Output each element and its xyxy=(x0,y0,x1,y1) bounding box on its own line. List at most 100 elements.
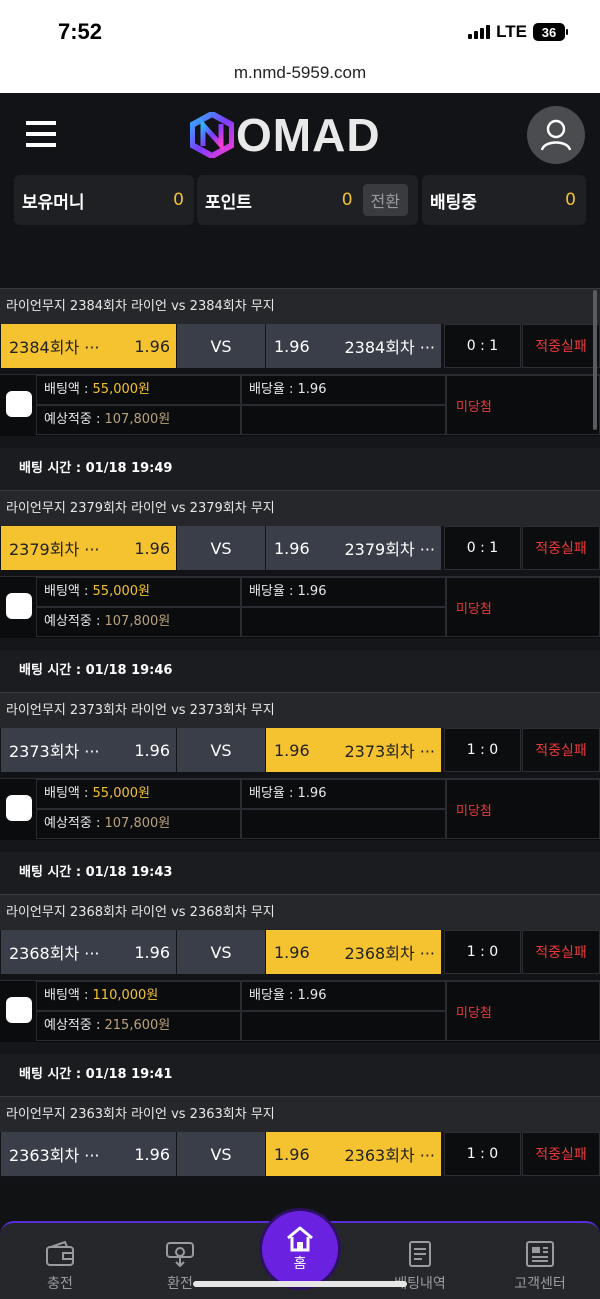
balance-money-value: 0 xyxy=(173,190,184,210)
select-checkbox[interactable] xyxy=(6,391,32,417)
withdraw-icon xyxy=(166,1242,194,1267)
battery-icon: 36 xyxy=(533,23,568,41)
home-odds: 1.96 xyxy=(134,336,170,356)
match-title: 라이언무지 2373회차 라이언 vs 2373회차 무지 xyxy=(0,692,600,728)
payout-status: 미당첨 xyxy=(446,981,600,1041)
bet-row: 2384회차 ··· 1.96 VS 1.96 2384회차 ··· 0 : 1… xyxy=(0,324,600,374)
home-name: 2363회차 ··· xyxy=(9,1146,100,1165)
bet-result: 적중실패 xyxy=(522,930,600,974)
betting-label: 배팅중 xyxy=(430,192,477,213)
expected-win: 예상적중 : 107,800원 xyxy=(36,809,241,839)
away-pick[interactable]: 1.96 2363회차 ··· xyxy=(266,1132,441,1176)
bet-odds: 배당율 : 1.96 xyxy=(241,577,446,607)
bet-row: 2363회차 ··· 1.96 VS 1.96 2363회차 ··· 1 : 0… xyxy=(0,1132,600,1182)
bet-odds: 배당율 : 1.96 xyxy=(241,375,446,405)
away-pick[interactable]: 1.96 2368회차 ··· xyxy=(266,930,441,974)
away-pick[interactable]: 1.96 2373회차 ··· xyxy=(266,728,441,772)
match-score: 1 : 0 xyxy=(444,1132,521,1176)
bet-time: 배팅 시간 : 01/18 19:49 xyxy=(0,448,600,490)
bet-history-list: 라이언무지 2384회차 라이언 vs 2384회차 무지 2384회차 ···… xyxy=(0,288,600,1182)
bet-odds: 배당율 : 1.96 xyxy=(241,981,446,1011)
empty-cell xyxy=(241,607,446,637)
user-icon xyxy=(540,119,572,151)
select-checkbox[interactable] xyxy=(6,593,32,619)
away-odds: 1.96 xyxy=(274,740,310,760)
scrollbar[interactable] xyxy=(593,290,597,430)
site-logo[interactable]: OMAD xyxy=(190,112,381,158)
away-name: 2379회차 ··· xyxy=(344,540,435,559)
select-checkbox[interactable] xyxy=(6,795,32,821)
bet-result: 적중실패 xyxy=(522,728,600,772)
away-odds: 1.96 xyxy=(274,538,310,558)
network-label: LTE xyxy=(496,22,527,41)
home-pick[interactable]: 2384회차 ··· 1.96 xyxy=(1,324,176,368)
expected-win: 예상적중 : 215,600원 xyxy=(36,1011,241,1041)
points-label: 포인트 xyxy=(205,192,252,213)
home-odds: 1.96 xyxy=(134,538,170,558)
menu-icon[interactable] xyxy=(26,121,56,147)
vs-label: VS xyxy=(177,1132,265,1176)
status-time: 7:52 xyxy=(58,19,103,44)
nav-home[interactable]: 홈 xyxy=(262,1211,338,1287)
bet-amount: 배팅액 : 55,000원 xyxy=(36,577,241,607)
home-name: 2384회차 ··· xyxy=(9,338,100,357)
match-title: 라이언무지 2368회차 라이언 vs 2368회차 무지 xyxy=(0,894,600,930)
document-icon xyxy=(409,1241,431,1267)
status-bar: 7:52 LTE 36 xyxy=(0,0,600,58)
profile-avatar[interactable] xyxy=(527,106,585,164)
match-score: 1 : 0 xyxy=(444,930,521,974)
betting-value: 0 xyxy=(565,190,576,210)
bet-odds: 배당율 : 1.96 xyxy=(241,779,446,809)
vs-label: VS xyxy=(177,728,265,772)
home-pick[interactable]: 2379회차 ··· 1.96 xyxy=(1,526,176,570)
match-title: 라이언무지 2379회차 라이언 vs 2379회차 무지 xyxy=(0,490,600,526)
away-pick[interactable]: 1.96 2384회차 ··· xyxy=(266,324,441,368)
bet-amount: 배팅액 : 55,000원 xyxy=(36,375,241,405)
bet-row: 2373회차 ··· 1.96 VS 1.96 2373회차 ··· 1 : 0… xyxy=(0,728,600,778)
bet-result: 적중실패 xyxy=(522,1132,600,1176)
away-name: 2384회차 ··· xyxy=(344,338,435,357)
match-title: 라이언무지 2363회차 라이언 vs 2363회차 무지 xyxy=(0,1096,600,1132)
home-odds: 1.96 xyxy=(134,942,170,962)
home-name: 2373회차 ··· xyxy=(9,742,100,761)
nav-deposit[interactable]: 충전 xyxy=(10,1241,110,1293)
bet-amount: 배팅액 : 55,000원 xyxy=(36,779,241,809)
payout-status: 미당첨 xyxy=(446,375,600,435)
convert-button[interactable]: 전환 xyxy=(362,184,408,216)
match-score: 0 : 1 xyxy=(444,324,521,368)
url-bar[interactable]: m.nmd-5959.com xyxy=(0,58,600,93)
bet-time: 배팅 시간 : 01/18 19:46 xyxy=(0,650,600,692)
expected-win: 예상적중 : 107,800원 xyxy=(36,405,241,435)
away-odds: 1.96 xyxy=(274,1144,310,1164)
home-icon xyxy=(287,1226,313,1252)
away-name: 2373회차 ··· xyxy=(344,742,435,761)
home-name: 2368회차 ··· xyxy=(9,944,100,963)
away-name: 2363회차 ··· xyxy=(344,1146,435,1165)
match-score: 1 : 0 xyxy=(444,728,521,772)
select-checkbox[interactable] xyxy=(6,997,32,1023)
nav-support[interactable]: 고객센터 xyxy=(490,1241,590,1293)
points-value: 0 xyxy=(341,190,353,210)
payout-status: 미당첨 xyxy=(446,577,600,637)
bet-time: 배팅 시간 : 01/18 19:41 xyxy=(0,1054,600,1096)
away-pick[interactable]: 1.96 2379회차 ··· xyxy=(266,526,441,570)
battery-level: 36 xyxy=(533,23,565,41)
bet-detail: 배팅액 : 55,000원 배당율 : 1.96 예상적중 : 107,800원… xyxy=(0,778,600,840)
betting-card: 배팅중 0 xyxy=(422,175,586,225)
news-icon xyxy=(526,1241,554,1267)
home-pick[interactable]: 2363회차 ··· 1.96 xyxy=(1,1132,176,1176)
away-name: 2368회차 ··· xyxy=(344,944,435,963)
home-pick[interactable]: 2368회차 ··· 1.96 xyxy=(1,930,176,974)
points-card: 포인트 0 전환 xyxy=(197,175,418,225)
bet-detail: 배팅액 : 55,000원 배당율 : 1.96 예상적중 : 107,800원… xyxy=(0,374,600,436)
bet-detail: 배팅액 : 55,000원 배당율 : 1.96 예상적중 : 107,800원… xyxy=(0,576,600,638)
home-indicator xyxy=(193,1281,407,1287)
home-odds: 1.96 xyxy=(134,1144,170,1164)
status-right: LTE 36 xyxy=(468,22,568,42)
bet-time: 배팅 시간 : 01/18 19:43 xyxy=(0,852,600,894)
home-odds: 1.96 xyxy=(134,740,170,760)
logo-text: OMAD xyxy=(236,109,381,161)
home-pick[interactable]: 2373회차 ··· 1.96 xyxy=(1,728,176,772)
bet-row: 2379회차 ··· 1.96 VS 1.96 2379회차 ··· 0 : 1… xyxy=(0,526,600,576)
signal-icon xyxy=(468,25,491,39)
